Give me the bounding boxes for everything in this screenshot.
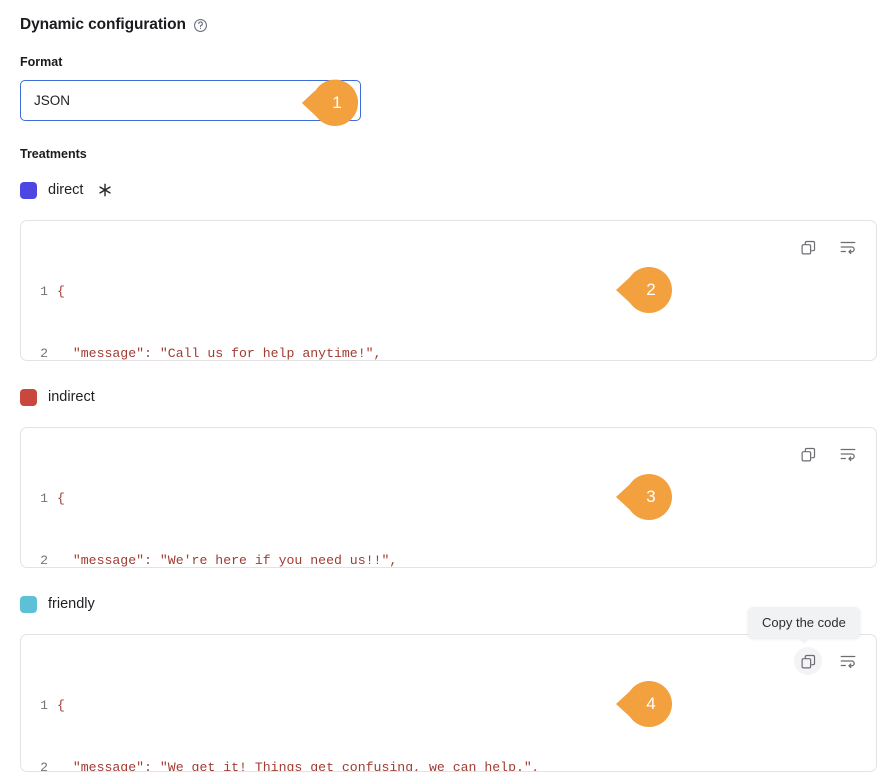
help-circle-icon[interactable] [193, 18, 208, 33]
code-block-indirect[interactable]: 1 { 2 "message": "We're here if you need… [20, 427, 877, 568]
line-number: 2 [21, 551, 57, 568]
format-input[interactable] [20, 80, 361, 121]
treatment-name: friendly [48, 596, 95, 612]
toggle-word-wrap-icon[interactable] [834, 233, 862, 261]
treatment-header-direct: direct [20, 179, 112, 201]
line-text: "message": "We're here if you need us!!"… [57, 551, 397, 568]
dynamic-configuration-panel: Dynamic configuration Format Treatments … [0, 0, 890, 784]
treatment-color-swatch [20, 389, 37, 406]
toggle-word-wrap-icon[interactable] [834, 440, 862, 468]
code-line: 1 { [21, 696, 876, 717]
format-label: Format [20, 55, 62, 69]
treatments-label: Treatments [20, 147, 87, 161]
line-number: 1 [21, 696, 57, 717]
treatment-name: indirect [48, 389, 95, 405]
line-number: 1 [21, 282, 57, 303]
line-text: { [57, 489, 65, 510]
treatment-color-swatch [20, 596, 37, 613]
copy-icon[interactable] [794, 440, 822, 468]
line-text: { [57, 282, 65, 303]
code-block-direct[interactable]: 1 { 2 "message": "Call us for help anyti… [20, 220, 877, 361]
code-content: 1 { 2 "message": "Call us for help anyti… [21, 221, 876, 361]
line-number: 2 [21, 758, 57, 772]
section-header: Dynamic configuration [20, 16, 208, 34]
line-number: 2 [21, 344, 57, 361]
line-text: { [57, 696, 65, 717]
code-content: 1 { 2 "message": "We get it! Things get … [21, 635, 876, 772]
code-line: 2 "message": "We get it! Things get conf… [21, 758, 876, 772]
toggle-word-wrap-icon[interactable] [834, 647, 862, 675]
copy-icon[interactable] [794, 233, 822, 261]
code-block-friendly[interactable]: 1 { 2 "message": "We get it! Things get … [20, 634, 877, 772]
code-line: 1 { [21, 282, 876, 303]
code-actions [794, 233, 862, 261]
code-actions [794, 440, 862, 468]
code-line: 1 { [21, 489, 876, 510]
line-number: 1 [21, 489, 57, 510]
copy-tooltip: Copy the code [748, 607, 860, 638]
code-line: 2 "message": "We're here if you need us!… [21, 551, 876, 568]
code-line: 2 "message": "Call us for help anytime!"… [21, 344, 876, 361]
line-text: "message": "We get it! Things get confus… [57, 758, 540, 772]
treatment-header-friendly: friendly [20, 593, 95, 615]
code-actions [794, 647, 862, 675]
page-title: Dynamic configuration [20, 16, 186, 34]
copy-icon[interactable] [794, 647, 822, 675]
line-text: "message": "Call us for help anytime!", [57, 344, 381, 361]
treatment-color-swatch [20, 182, 37, 199]
treatment-header-indirect: indirect [20, 386, 95, 408]
code-content: 1 { 2 "message": "We're here if you need… [21, 428, 876, 568]
treatment-name: direct [48, 182, 83, 198]
default-treatment-star-icon [98, 183, 112, 197]
